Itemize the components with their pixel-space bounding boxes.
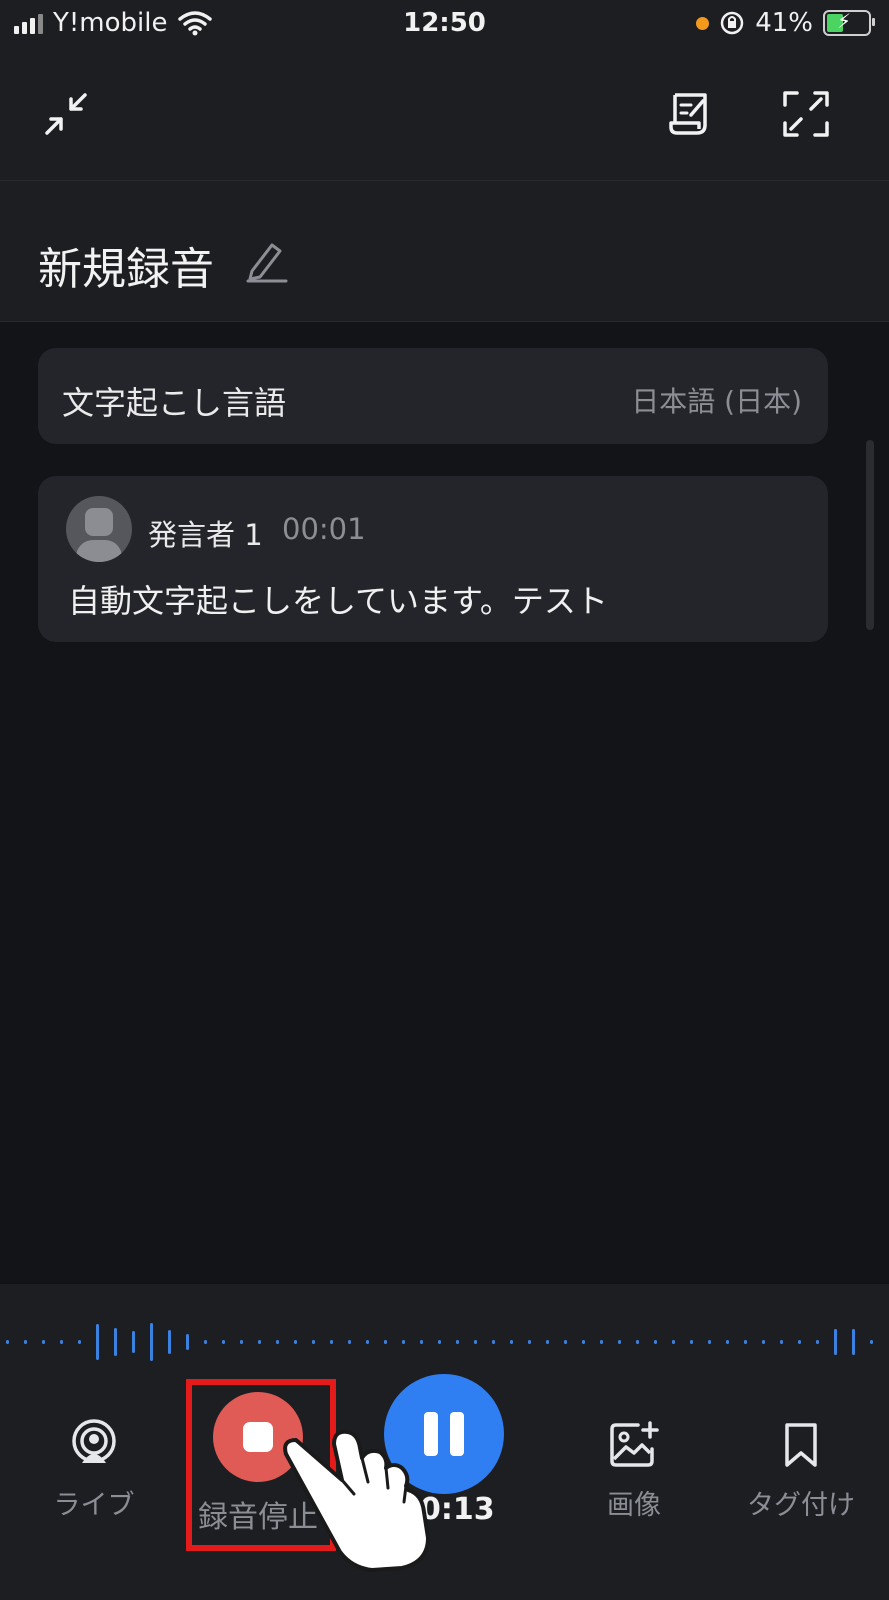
waveform-bar (24, 1340, 27, 1344)
scrollbar[interactable] (866, 440, 874, 630)
status-bar: Y!mobile 12:50 41% ⚡ (0, 0, 889, 52)
add-image-icon (610, 1421, 659, 1467)
waveform-bar (168, 1330, 171, 1354)
waveform-bar (618, 1340, 621, 1344)
waveform-bar (636, 1340, 639, 1344)
waveform-bar (330, 1340, 333, 1344)
waveform-bar (474, 1340, 477, 1344)
language-value: 日本語 (日本) (631, 385, 802, 418)
waveform-bar (96, 1324, 99, 1360)
transcript-segment[interactable]: 発言者 1 00:01 自動文字起こしをしています。テスト (38, 476, 828, 642)
waveform-bar (600, 1340, 603, 1344)
note-edit-icon (669, 93, 707, 135)
orientation-lock-icon (720, 11, 744, 35)
image-label: 画像 (607, 1490, 661, 1521)
fullscreen-button[interactable] (776, 84, 836, 144)
waveform-bar (204, 1340, 207, 1344)
waveform-bar (258, 1340, 261, 1344)
recording-title-section: 新規録音 (0, 181, 889, 322)
pause-icon-bar (450, 1412, 464, 1456)
waveform-bar (312, 1340, 315, 1344)
waveform-bar (582, 1340, 585, 1344)
live-button[interactable]: ライブ (44, 1419, 144, 1522)
waveform-bar (132, 1331, 135, 1353)
waveform-bar (492, 1340, 495, 1344)
waveform-bar (654, 1340, 657, 1344)
waveform-bar (402, 1340, 405, 1344)
minimize-icon (45, 93, 87, 135)
waveform-bar (78, 1340, 81, 1344)
waveform-bar (834, 1329, 837, 1355)
speaker-name: 発言者 1 (148, 518, 263, 552)
waveform-bar (852, 1329, 855, 1355)
add-image-button[interactable]: 画像 (584, 1419, 684, 1522)
waveform-bar (456, 1340, 459, 1344)
transcript-area: 文字起こし言語 日本語 (日本) 発言者 1 00:01 自動文字起こしをしてい… (0, 322, 889, 1282)
waveform-bar (780, 1340, 783, 1344)
waveform-bar (798, 1340, 801, 1344)
waveform-bar (726, 1340, 729, 1344)
waveform-bar (672, 1340, 675, 1344)
battery-icon: ⚡ (823, 9, 875, 36)
recording-title: 新規録音 (38, 244, 214, 295)
waveform-bar (564, 1340, 567, 1344)
pointing-hand-icon (283, 1429, 430, 1572)
live-broadcast-icon (72, 1419, 116, 1463)
fullscreen-icon (783, 91, 829, 137)
battery-percent: 41% (755, 8, 813, 38)
waveform-bar (366, 1340, 369, 1344)
top-bar (0, 52, 889, 181)
segment-text: 自動文字起こしをしています。テスト (68, 582, 608, 620)
waveform-bar (186, 1334, 189, 1350)
stop-icon (243, 1422, 273, 1452)
waveform-bar (294, 1340, 297, 1344)
recording-controls: ライブ 録音停止 0:13 画像 タグ付け (0, 1284, 889, 1600)
waveform-bar (816, 1340, 819, 1344)
waveform-bar (6, 1340, 9, 1344)
waveform-bar (348, 1340, 351, 1344)
waveform-bar (762, 1340, 765, 1344)
live-label: ライブ (53, 1490, 135, 1521)
bookmark-icon (785, 1423, 817, 1467)
waveform-bar (222, 1340, 225, 1344)
mic-indicator-icon (696, 16, 710, 30)
waveform-bar (114, 1328, 117, 1356)
speaker-avatar (66, 496, 132, 562)
waveform-bar (708, 1340, 711, 1344)
waveform-bar (870, 1340, 873, 1344)
waveform-bar (60, 1340, 63, 1344)
waveform-bar (384, 1340, 387, 1344)
waveform-bar (276, 1340, 279, 1344)
waveform-bar (744, 1340, 747, 1344)
waveform-bar (240, 1340, 243, 1344)
waveform-bar (42, 1340, 45, 1344)
minimize-button[interactable] (36, 84, 96, 144)
transcription-language-row[interactable]: 文字起こし言語 日本語 (日本) (38, 348, 828, 444)
tag-label: タグ付け (747, 1490, 855, 1521)
edit-title-icon[interactable] (244, 237, 290, 283)
waveform-bar (528, 1340, 531, 1344)
waveform-bar (510, 1340, 513, 1344)
status-right: 41% ⚡ (696, 8, 875, 38)
waveform-bar (690, 1340, 693, 1344)
segment-timestamp: 00:01 (282, 512, 366, 546)
waveform-bar (438, 1340, 441, 1344)
waveform-bar (420, 1340, 423, 1344)
language-label: 文字起こし言語 (62, 384, 287, 422)
waveform-bar (150, 1323, 153, 1361)
waveform-bar (546, 1340, 549, 1344)
summary-note-button[interactable] (660, 84, 720, 144)
tag-button[interactable]: タグ付け (736, 1419, 866, 1522)
audio-waveform (0, 1312, 889, 1372)
